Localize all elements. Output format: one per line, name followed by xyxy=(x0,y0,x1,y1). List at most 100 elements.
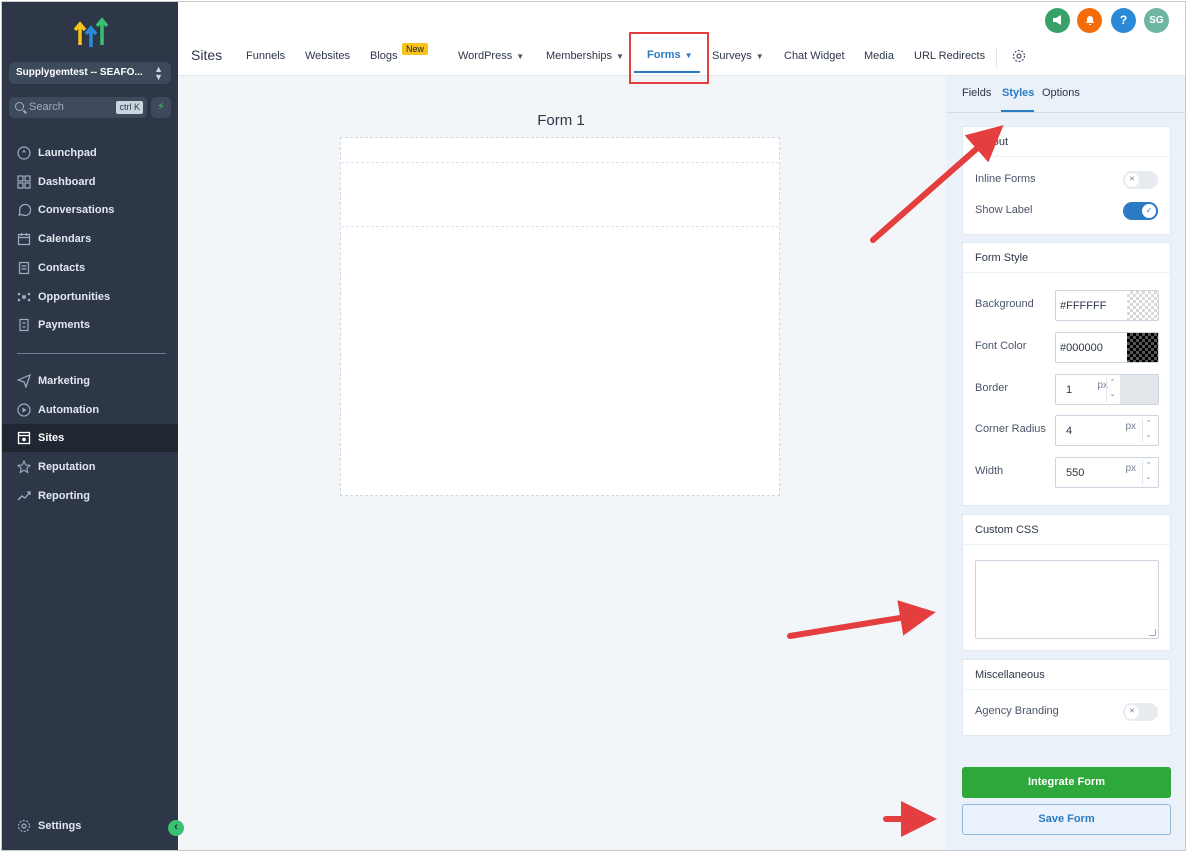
tab-options[interactable]: Options xyxy=(1042,87,1080,99)
custom-css-card-title: Custom CSS xyxy=(963,515,1170,545)
sidebar-item-dashboard[interactable]: Dashboard xyxy=(2,168,178,196)
sidebar: Supplygemtest -- SEAFO... ▲ ▼ Search ctrl… xyxy=(2,2,184,850)
form-row-divider xyxy=(341,162,779,163)
miscellaneous-card-title: Miscellaneous xyxy=(963,660,1170,690)
miscellaneous-card: Miscellaneous Agency Branding ✕ xyxy=(962,659,1171,736)
tab-divider xyxy=(996,48,997,68)
tab-fields[interactable]: Fields xyxy=(962,87,991,99)
tab-chat-widget[interactable]: Chat Widget xyxy=(784,50,845,62)
sidebar-item-automation[interactable]: Automation xyxy=(2,396,178,424)
help-icon[interactable]: ? xyxy=(1111,8,1136,33)
tab-wordpress[interactable]: WordPress ▼ xyxy=(458,50,524,62)
styles-panel: Fields Styles Options Layout Inline Form… xyxy=(946,76,1185,850)
contacts-icon xyxy=(18,261,30,275)
search-shortcut: ctrl K xyxy=(116,101,143,114)
width-label: Width xyxy=(975,465,1004,477)
opportunities-icon xyxy=(17,292,31,302)
announcement-megaphone-icon[interactable] xyxy=(1045,8,1070,33)
new-badge: New xyxy=(402,43,429,55)
search-input[interactable]: Search ctrl K xyxy=(9,97,147,118)
sidebar-item-calendars[interactable]: Calendars xyxy=(2,225,178,253)
form-title: Form 1 xyxy=(537,112,585,129)
show-label-toggle[interactable]: ✓ xyxy=(1123,202,1158,220)
border-label: Border xyxy=(975,382,1009,394)
panel-tab-divider xyxy=(946,112,1185,113)
border-color-swatch[interactable] xyxy=(1120,375,1158,404)
sidebar-item-settings[interactable]: Settings xyxy=(2,812,178,840)
resize-handle-icon[interactable] xyxy=(1149,629,1156,636)
sidebar-item-reputation[interactable]: Reputation xyxy=(2,453,178,481)
tab-surveys[interactable]: Surveys ▼ xyxy=(712,50,764,62)
chevron-down-icon: ▼ xyxy=(516,52,525,61)
top-bar: ? SG Sites Funnels Websites Blogs New Wo… xyxy=(178,2,1185,84)
tab-url-redirects[interactable]: URL Redirects xyxy=(914,50,985,62)
gear-icon xyxy=(17,819,31,833)
border-input[interactable]: 1 px ⌃ ⌄ xyxy=(1055,374,1159,405)
sidebar-item-contacts[interactable]: Contacts xyxy=(2,254,178,282)
automation-icon xyxy=(17,403,31,417)
form-canvas[interactable] xyxy=(340,137,780,496)
notification-bell-icon[interactable] xyxy=(1077,8,1102,33)
corner-radius-label: Corner Radius xyxy=(975,423,1046,435)
active-panel-tab-underline xyxy=(1001,110,1034,112)
search-label: Search xyxy=(29,101,64,113)
agency-branding-label: Agency Branding xyxy=(975,705,1059,717)
sidebar-item-marketing[interactable]: Marketing xyxy=(2,367,178,395)
background-color-input[interactable]: #FFFFFF xyxy=(1055,290,1159,321)
sidebar-item-sites[interactable]: Sites xyxy=(2,424,178,452)
user-avatar[interactable]: SG xyxy=(1144,8,1169,33)
integrate-form-button[interactable]: Integrate Form xyxy=(962,767,1171,798)
account-switcher[interactable]: Supplygemtest -- SEAFO... ▲ ▼ xyxy=(9,62,171,84)
tab-memberships[interactable]: Memberships ▼ xyxy=(546,50,624,62)
settings-gear-icon[interactable] xyxy=(1012,49,1026,63)
sidebar-item-reporting[interactable]: Reporting xyxy=(2,482,178,510)
quick-action-bolt-icon[interactable]: ⚡ xyxy=(151,97,171,118)
sidebar-collapse-chevron-icon[interactable]: ‹ xyxy=(168,820,184,836)
close-icon: ✕ xyxy=(1125,173,1139,187)
inline-forms-toggle[interactable]: ✕ xyxy=(1123,171,1158,189)
layout-card-title: Layout xyxy=(963,127,1170,157)
tab-blogs[interactable]: Blogs xyxy=(370,50,398,62)
rocket-icon xyxy=(17,146,31,160)
form-style-card: Form Style Background #FFFFFF Font Color… xyxy=(962,242,1171,506)
star-icon xyxy=(17,460,31,474)
width-input[interactable]: 550 px ⌃ ⌄ xyxy=(1055,457,1159,488)
custom-css-textarea[interactable] xyxy=(975,560,1159,639)
search-icon xyxy=(15,102,24,111)
width-stepper[interactable]: ⌃ ⌄ xyxy=(1142,460,1154,485)
send-icon xyxy=(17,374,31,388)
sites-icon xyxy=(17,431,31,445)
layout-card: Layout Inline Forms ✕ Show Label ✓ xyxy=(962,126,1171,235)
form-style-card-title: Form Style xyxy=(963,243,1170,273)
payments-icon xyxy=(19,318,29,332)
forms-tab-highlight-box xyxy=(629,32,709,84)
app-window: Supplygemtest -- SEAFO... ▲ ▼ Search ctrl… xyxy=(1,1,1186,851)
tab-websites[interactable]: Websites xyxy=(305,50,350,62)
font-color-input[interactable]: #000000 xyxy=(1055,332,1159,363)
font-color-swatch[interactable] xyxy=(1127,333,1158,362)
tab-styles[interactable]: Styles xyxy=(1002,87,1034,99)
chevron-down-icon: ▼ xyxy=(755,52,764,61)
tab-funnels[interactable]: Funnels xyxy=(246,50,285,62)
save-form-button[interactable]: Save Form xyxy=(962,804,1171,835)
show-label-label: Show Label xyxy=(975,204,1033,216)
font-color-label: Font Color xyxy=(975,340,1027,352)
calendar-icon xyxy=(17,233,31,246)
sidebar-item-conversations[interactable]: Conversations xyxy=(2,196,178,224)
corner-radius-input[interactable]: 4 px ⌃ ⌄ xyxy=(1055,415,1159,446)
corner-radius-stepper[interactable]: ⌃ ⌄ xyxy=(1142,418,1154,443)
background-color-swatch[interactable] xyxy=(1127,291,1158,320)
grid-icon xyxy=(17,175,31,189)
sidebar-item-opportunities[interactable]: Opportunities xyxy=(2,283,178,311)
close-icon: ✕ xyxy=(1125,705,1139,719)
form-row-divider xyxy=(341,226,779,227)
account-name: Supplygemtest -- SEAFO... xyxy=(16,67,143,78)
background-label: Background xyxy=(975,298,1034,310)
inline-forms-label: Inline Forms xyxy=(975,173,1036,185)
app-logo-icon xyxy=(74,17,108,47)
agency-branding-toggle[interactable]: ✕ xyxy=(1123,703,1158,721)
sidebar-item-payments[interactable]: Payments xyxy=(2,311,178,339)
sidebar-item-launchpad[interactable]: Launchpad xyxy=(2,139,178,167)
border-stepper[interactable]: ⌃ ⌄ xyxy=(1106,377,1118,402)
tab-media[interactable]: Media xyxy=(864,50,894,62)
